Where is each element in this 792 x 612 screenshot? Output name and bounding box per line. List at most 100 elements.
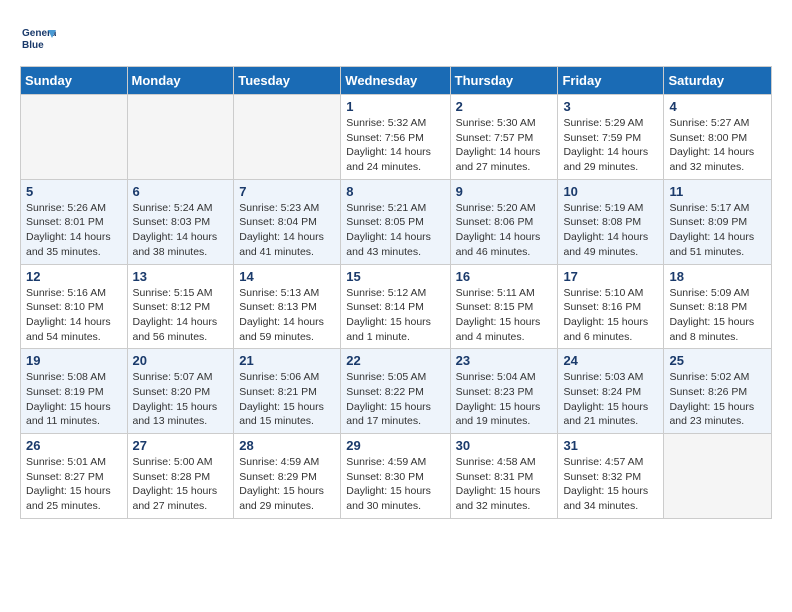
calendar-day-cell: 23Sunrise: 5:04 AMSunset: 8:23 PMDayligh… (450, 349, 558, 434)
calendar-day-cell: 30 Sunrise: 4:58 AMSunset: 8:31 PMDayligh… (450, 434, 558, 519)
day-number: 20 (133, 353, 229, 368)
calendar-day-cell: 13 Sunrise: 5:15 AMSunset: 8:12 PMDayligh… (127, 264, 234, 349)
day-info: Sunrise: 5:20 AMSunset: 8:06 PMDaylight:… (456, 201, 553, 260)
day-info: Sunrise: 5:03 AMSunset: 8:24 PMDaylight:… (563, 370, 658, 429)
calendar-week-row: 12 Sunrise: 5:16 AMSunset: 8:10 PMDayligh… (21, 264, 772, 349)
calendar-day-cell: 8Sunrise: 5:21 AMSunset: 8:05 PMDaylight… (341, 179, 450, 264)
day-info: Sunrise: 5:24 AMSunset: 8:03 PMDaylight:… (133, 201, 229, 260)
day-number: 7 (239, 184, 335, 199)
day-number: 13 (133, 269, 229, 284)
day-info: Sunrise: 4:59 AMSunset: 8:30 PMDaylight:… (346, 455, 444, 514)
calendar-day-cell: 26 Sunrise: 5:01 AMSunset: 8:27 PMDayligh… (21, 434, 128, 519)
day-number: 6 (133, 184, 229, 199)
day-number: 17 (563, 269, 658, 284)
day-info: Sunrise: 5:01 AMSunset: 8:27 PMDaylight:… (26, 455, 122, 514)
day-info: Sunrise: 5:26 AMSunset: 8:01 PMDaylight:… (26, 201, 122, 260)
day-number: 10 (563, 184, 658, 199)
calendar-day-cell: 7 Sunrise: 5:23 AMSunset: 8:04 PMDaylight… (234, 179, 341, 264)
day-info: Sunrise: 5:12 AMSunset: 8:14 PMDaylight:… (346, 286, 444, 345)
day-number: 23 (456, 353, 553, 368)
svg-text:Blue: Blue (22, 40, 44, 51)
calendar-day-cell: 10 Sunrise: 5:19 AMSunset: 8:08 PMDayligh… (558, 179, 664, 264)
calendar-day-cell: 31 Sunrise: 4:57 AMSunset: 8:32 PMDayligh… (558, 434, 664, 519)
day-number: 28 (239, 438, 335, 453)
day-info: Sunrise: 5:07 AMSunset: 8:20 PMDaylight:… (133, 370, 229, 429)
day-info: Sunrise: 5:16 AMSunset: 8:10 PMDaylight:… (26, 286, 122, 345)
calendar: SundayMondayTuesdayWednesdayThursdayFrid… (20, 66, 772, 519)
calendar-day-cell: 3 Sunrise: 5:29 AMSunset: 7:59 PMDaylight… (558, 95, 664, 180)
logo: General Blue (20, 20, 60, 56)
day-header-thursday: Thursday (450, 67, 558, 95)
day-info: Sunrise: 5:08 AMSunset: 8:19 PMDaylight:… (26, 370, 122, 429)
day-number: 29 (346, 438, 444, 453)
day-number: 1 (346, 99, 444, 114)
calendar-day-cell (664, 434, 772, 519)
day-number: 12 (26, 269, 122, 284)
calendar-day-cell: 19 Sunrise: 5:08 AMSunset: 8:19 PMDayligh… (21, 349, 128, 434)
day-header-saturday: Saturday (664, 67, 772, 95)
calendar-week-row: 19 Sunrise: 5:08 AMSunset: 8:19 PMDayligh… (21, 349, 772, 434)
day-number: 26 (26, 438, 122, 453)
calendar-day-cell: 1 Sunrise: 5:32 AMSunset: 7:56 PMDaylight… (341, 95, 450, 180)
day-header-wednesday: Wednesday (341, 67, 450, 95)
day-number: 31 (563, 438, 658, 453)
day-number: 30 (456, 438, 553, 453)
day-number: 19 (26, 353, 122, 368)
day-info: Sunrise: 5:17 AMSunset: 8:09 PMDaylight:… (669, 201, 766, 260)
day-info: Sunrise: 5:00 AMSunset: 8:28 PMDaylight:… (133, 455, 229, 514)
calendar-day-cell: 27 Sunrise: 5:00 AMSunset: 8:28 PMDayligh… (127, 434, 234, 519)
calendar-day-cell: 4 Sunrise: 5:27 AMSunset: 8:00 PMDaylight… (664, 95, 772, 180)
day-info: Sunrise: 5:27 AMSunset: 8:00 PMDaylight:… (669, 116, 766, 175)
day-number: 11 (669, 184, 766, 199)
day-info: Sunrise: 4:59 AMSunset: 8:29 PMDaylight:… (239, 455, 335, 514)
calendar-day-cell: 21 Sunrise: 5:06 AMSunset: 8:21 PMDayligh… (234, 349, 341, 434)
day-info: Sunrise: 5:13 AMSunset: 8:13 PMDaylight:… (239, 286, 335, 345)
day-info: Sunrise: 5:10 AMSunset: 8:16 PMDaylight:… (563, 286, 658, 345)
day-info: Sunrise: 5:15 AMSunset: 8:12 PMDaylight:… (133, 286, 229, 345)
calendar-day-cell: 14 Sunrise: 5:13 AMSunset: 8:13 PMDayligh… (234, 264, 341, 349)
calendar-week-row: 1 Sunrise: 5:32 AMSunset: 7:56 PMDaylight… (21, 95, 772, 180)
day-info: Sunrise: 5:02 AMSunset: 8:26 PMDaylight:… (669, 370, 766, 429)
day-info: Sunrise: 5:32 AMSunset: 7:56 PMDaylight:… (346, 116, 444, 175)
day-info: Sunrise: 5:21 AMSunset: 8:05 PMDaylight:… (346, 201, 444, 260)
logo-icon: General Blue (20, 20, 56, 56)
calendar-day-cell: 11 Sunrise: 5:17 AMSunset: 8:09 PMDayligh… (664, 179, 772, 264)
calendar-day-cell: 15 Sunrise: 5:12 AMSunset: 8:14 PMDayligh… (341, 264, 450, 349)
day-header-friday: Friday (558, 67, 664, 95)
day-number: 4 (669, 99, 766, 114)
day-info: Sunrise: 5:23 AMSunset: 8:04 PMDaylight:… (239, 201, 335, 260)
calendar-week-row: 5Sunrise: 5:26 AMSunset: 8:01 PMDaylight… (21, 179, 772, 264)
page-header: General Blue (20, 20, 772, 56)
day-info: Sunrise: 5:19 AMSunset: 8:08 PMDaylight:… (563, 201, 658, 260)
calendar-day-cell (234, 95, 341, 180)
calendar-day-cell: 28 Sunrise: 4:59 AMSunset: 8:29 PMDayligh… (234, 434, 341, 519)
calendar-day-cell: 6 Sunrise: 5:24 AMSunset: 8:03 PMDaylight… (127, 179, 234, 264)
day-header-monday: Monday (127, 67, 234, 95)
calendar-day-cell: 2Sunrise: 5:30 AMSunset: 7:57 PMDaylight… (450, 95, 558, 180)
day-info: Sunrise: 5:06 AMSunset: 8:21 PMDaylight:… (239, 370, 335, 429)
calendar-day-cell (127, 95, 234, 180)
day-number: 27 (133, 438, 229, 453)
calendar-day-cell: 9 Sunrise: 5:20 AMSunset: 8:06 PMDaylight… (450, 179, 558, 264)
day-number: 3 (563, 99, 658, 114)
day-number: 21 (239, 353, 335, 368)
day-number: 9 (456, 184, 553, 199)
day-info: Sunrise: 5:29 AMSunset: 7:59 PMDaylight:… (563, 116, 658, 175)
day-number: 22 (346, 353, 444, 368)
calendar-day-cell: 17 Sunrise: 5:10 AMSunset: 8:16 PMDayligh… (558, 264, 664, 349)
day-info: Sunrise: 5:05 AMSunset: 8:22 PMDaylight:… (346, 370, 444, 429)
calendar-header-row: SundayMondayTuesdayWednesdayThursdayFrid… (21, 67, 772, 95)
day-header-sunday: Sunday (21, 67, 128, 95)
day-number: 16 (456, 269, 553, 284)
day-number: 14 (239, 269, 335, 284)
calendar-week-row: 26 Sunrise: 5:01 AMSunset: 8:27 PMDayligh… (21, 434, 772, 519)
calendar-day-cell: 29 Sunrise: 4:59 AMSunset: 8:30 PMDayligh… (341, 434, 450, 519)
day-number: 2 (456, 99, 553, 114)
day-info: Sunrise: 4:57 AMSunset: 8:32 PMDaylight:… (563, 455, 658, 514)
calendar-day-cell: 20 Sunrise: 5:07 AMSunset: 8:20 PMDayligh… (127, 349, 234, 434)
day-info: Sunrise: 4:58 AMSunset: 8:31 PMDaylight:… (456, 455, 553, 514)
calendar-day-cell: 24Sunrise: 5:03 AMSunset: 8:24 PMDayligh… (558, 349, 664, 434)
day-number: 25 (669, 353, 766, 368)
day-number: 15 (346, 269, 444, 284)
day-header-tuesday: Tuesday (234, 67, 341, 95)
